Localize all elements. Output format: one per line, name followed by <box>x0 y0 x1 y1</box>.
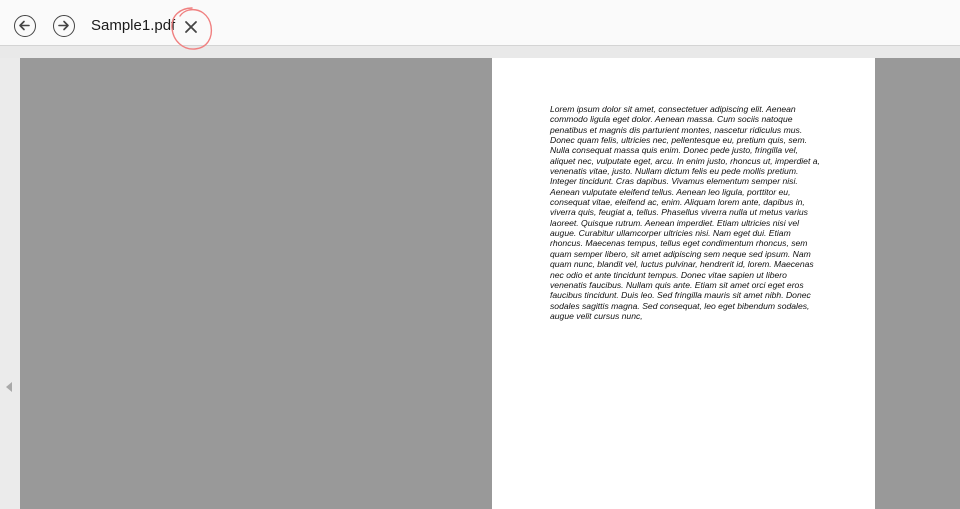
back-button[interactable] <box>14 15 36 37</box>
triangle-left-icon[interactable] <box>5 381 13 393</box>
forward-button[interactable] <box>53 15 75 37</box>
pdf-page: Lorem ipsum dolor sit amet, consectetuer… <box>492 58 875 509</box>
close-x-icon <box>185 21 197 33</box>
toolbar: Sample1.pdf <box>0 0 960 50</box>
arrow-right-circle-icon <box>58 20 69 31</box>
side-panel-strip <box>0 58 20 509</box>
document-viewer[interactable]: Lorem ipsum dolor sit amet, consectetuer… <box>20 58 960 509</box>
file-title: Sample1.pdf <box>91 17 176 34</box>
arrow-left-circle-icon <box>19 20 30 31</box>
page-text: Lorem ipsum dolor sit amet, consectetuer… <box>550 104 820 321</box>
close-tab-button[interactable] <box>178 14 204 40</box>
